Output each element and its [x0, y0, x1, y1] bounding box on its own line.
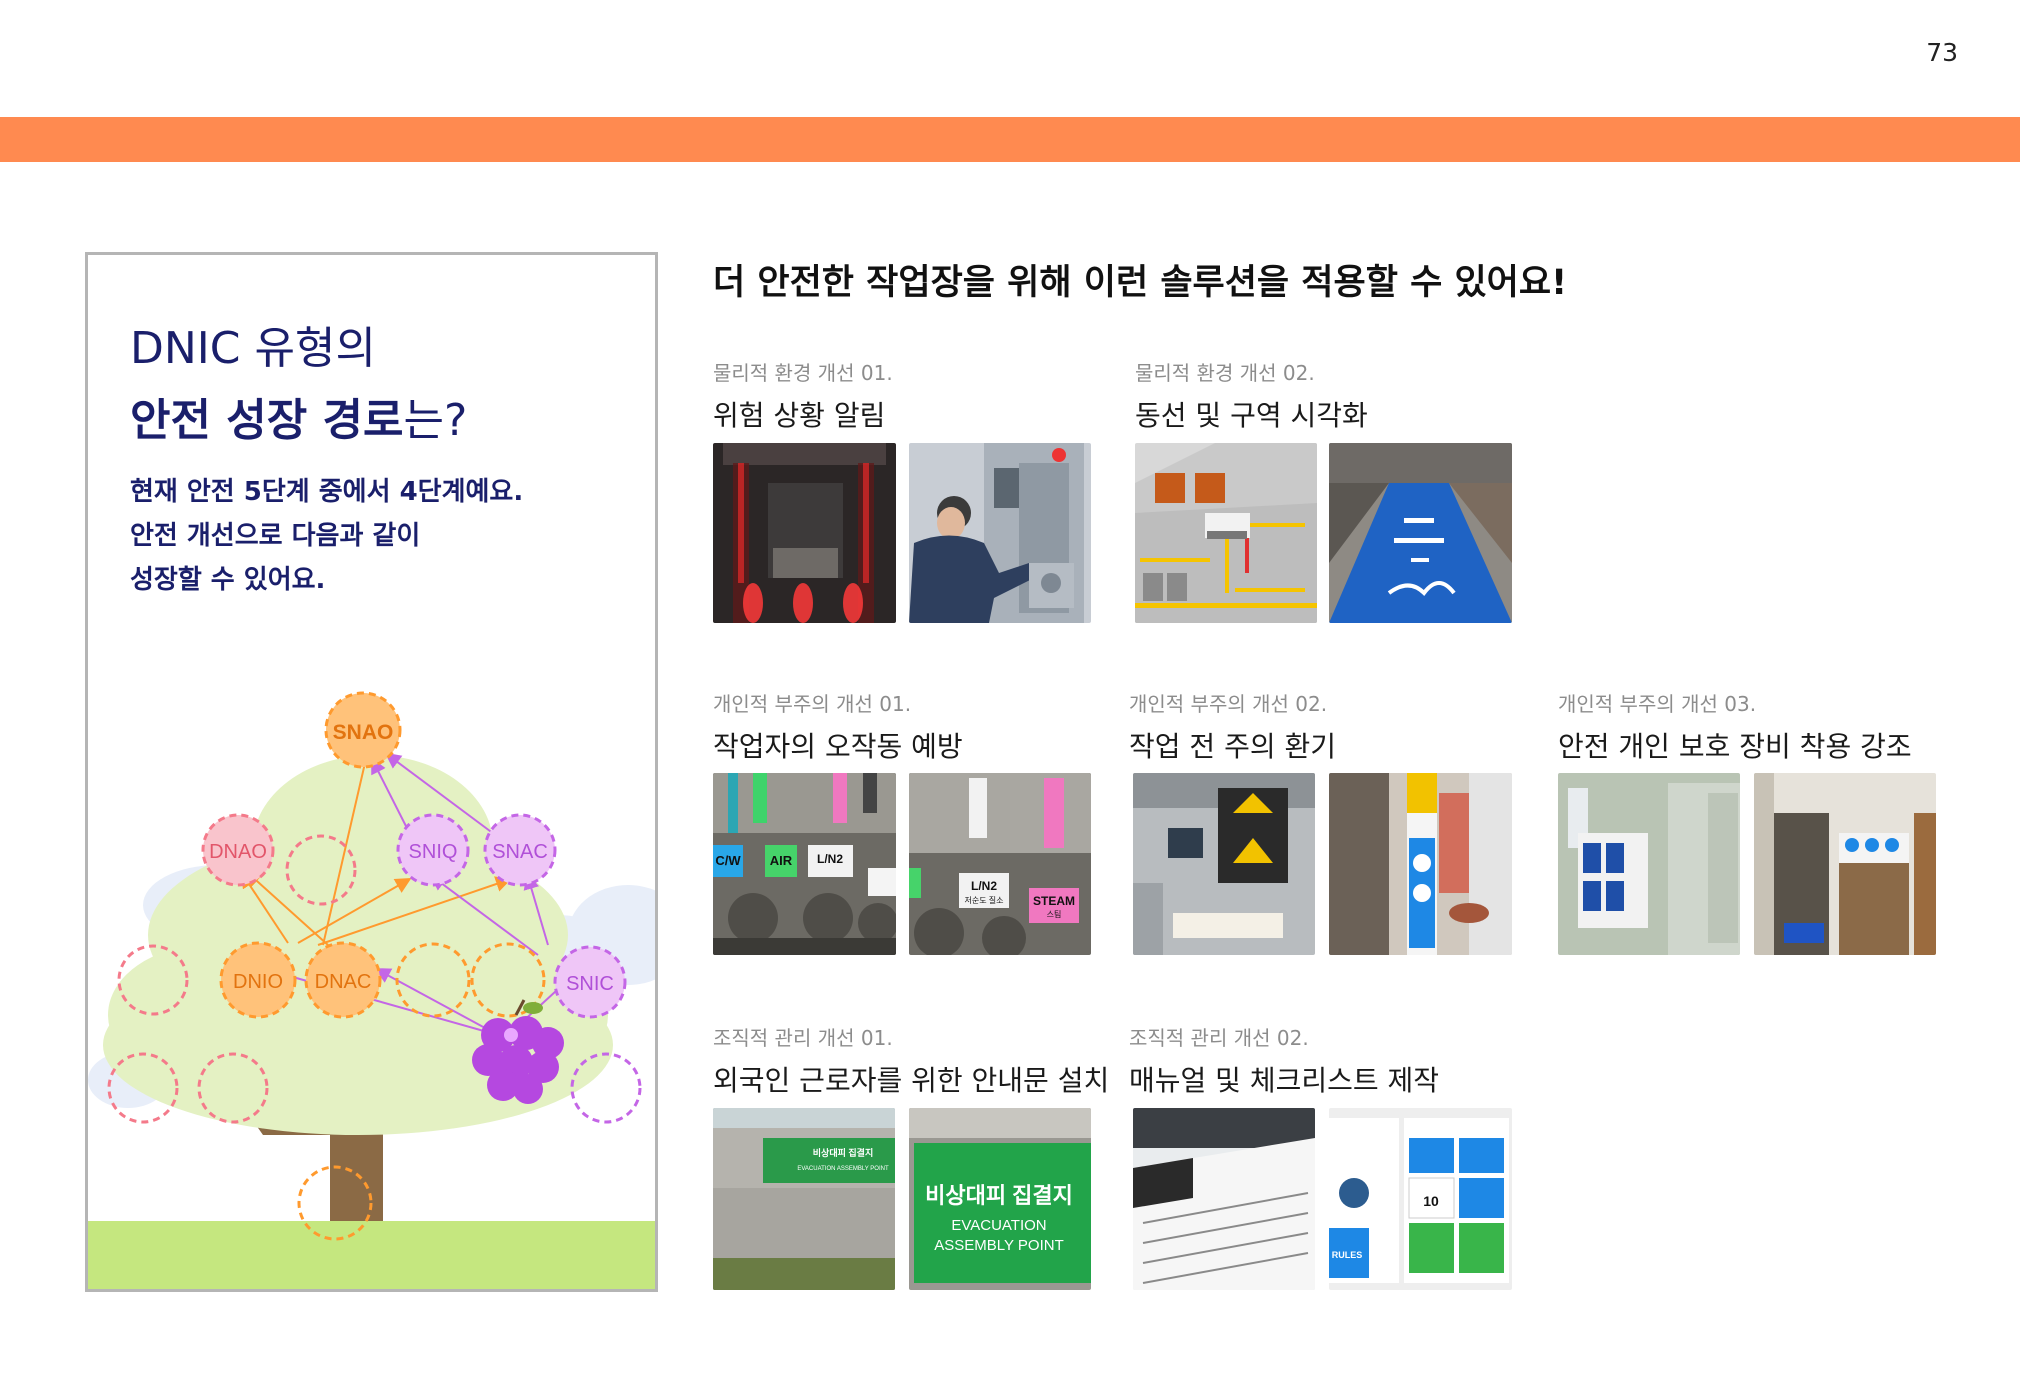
valve-label-air: AIR	[770, 853, 793, 868]
valve-label-ln2: L/N2	[817, 852, 843, 866]
solution-card-7: 조직적 관리 개선 02. 매뉴얼 및 체크리스트 제작	[1129, 1022, 1439, 1099]
page-number: 73	[1926, 38, 1958, 67]
solution-card-2: 물리적 환경 개선 02. 동선 및 구역 시각화	[1135, 357, 1368, 434]
svg-text:SNIC: SNIC	[566, 973, 614, 995]
photo-blue-walkway	[1329, 443, 1512, 623]
node-snic: SNIC	[553, 945, 627, 1019]
photo-caution-sign-machine	[1133, 773, 1315, 955]
solution-title: 작업자의 오작동 예방	[713, 730, 963, 763]
manual-ten-text: 10	[1423, 1193, 1439, 1209]
solution-card-4: 개인적 부주의 개선 02. 작업 전 주의 환기	[1129, 688, 1336, 765]
solution-card-5: 개인적 부주의 개선 03. 안전 개인 보호 장비 착용 강조	[1558, 688, 1912, 765]
svg-text:SNAC: SNAC	[492, 841, 548, 863]
svg-text:DNIO: DNIO	[233, 971, 283, 993]
solution-category: 개인적 부주의 개선 02.	[1129, 692, 1328, 716]
solution-card-3: 개인적 부주의 개선 01. 작업자의 오작동 예방	[713, 688, 963, 765]
svg-text:SNIQ: SNIQ	[409, 841, 458, 863]
sign2-en2: ASSEMBLY POINT	[934, 1237, 1064, 1254]
valve-label-steam: STEAM	[1033, 894, 1075, 908]
sign1-kr: 비상대피 집결지	[813, 1147, 873, 1158]
solution-title: 매뉴얼 및 체크리스트 제작	[1129, 1064, 1440, 1097]
valve-label-ln2-sub: 저순도 질소	[964, 896, 1003, 905]
photo-zone-render-3d	[1135, 443, 1317, 623]
panel-title-line2: 안전 성장 경로는?	[130, 385, 467, 457]
solution-category: 조직적 관리 개선 01.	[713, 1026, 893, 1050]
valve-label-ln2: L/N2	[971, 879, 997, 893]
sign1-en: EVACUATION ASSEMBLY POINT	[797, 1166, 889, 1172]
node-dnio: DNIO	[219, 941, 297, 1019]
solution-title: 안전 개인 보호 장비 착용 강조	[1558, 730, 1912, 763]
solution-category: 물리적 환경 개선 02.	[1135, 361, 1315, 385]
solution-category: 개인적 부주의 개선 01.	[713, 692, 912, 716]
panel-desc-line2: 안전 개선으로 다음과 같이	[130, 521, 421, 551]
solution-category: 조직적 관리 개선 02.	[1129, 1026, 1309, 1050]
node-snao: SNAO	[324, 691, 402, 769]
manual-rules-text: RULES	[1332, 1250, 1363, 1260]
valve-label-cw: C/W	[715, 853, 741, 868]
growth-tree-illustration: SNAO DNAO SNIQ SNAC DNIO DNAC SNIC	[88, 691, 655, 1289]
panel-title: DNIC 유형의 안전 성장 경로는?	[130, 313, 467, 457]
photo-assembly-sign-wall: 비상대피 집결지 EVACUATION ASSEMBLY POINT	[713, 1108, 895, 1290]
photo-caution-signpost	[1329, 773, 1512, 955]
sign2-en1: EVACUATION	[951, 1217, 1046, 1234]
photo-worker-at-panel	[909, 443, 1091, 623]
panel-title-rest: 는?	[403, 395, 468, 446]
photo-danger-lights-floor	[713, 443, 896, 623]
photo-assembly-sign-close: 비상대피 집결지 EVACUATION ASSEMBLY POINT	[909, 1108, 1091, 1290]
node-dnac: DNAC	[304, 941, 382, 1019]
grass	[88, 1221, 655, 1289]
panel-desc-line1: 현재 안전 5단계 중에서 4단계예요.	[130, 477, 524, 507]
solution-title: 외국인 근로자를 위한 안내문 설치	[713, 1064, 1110, 1097]
solution-card-6: 조직적 관리 개선 01. 외국인 근로자를 위한 안내문 설치	[713, 1022, 1109, 1099]
solutions-heading: 더 안전한 작업장을 위해 이런 솔루션을 적용할 수 있어요!	[713, 263, 1568, 303]
solution-category: 개인적 부주의 개선 03.	[1558, 692, 1757, 716]
solution-category: 물리적 환경 개선 01.	[713, 361, 893, 385]
photo-checklist-document	[1133, 1108, 1315, 1290]
header-orange-band	[0, 117, 2020, 162]
photo-labeled-valves-1: C/W AIR L/N2	[713, 773, 896, 955]
valve-label-steam-sub: 스팀	[1047, 909, 1062, 919]
node-snac: SNAC	[483, 813, 557, 887]
svg-text:DNAO: DNAO	[209, 841, 267, 863]
node-dnao: DNAO	[201, 813, 275, 887]
panel-desc-line3: 성장할 수 있어요.	[130, 565, 326, 595]
solution-title: 작업 전 주의 환기	[1129, 730, 1337, 763]
photo-ppe-lockers	[1558, 773, 1740, 955]
solution-title: 위험 상황 알림	[713, 399, 886, 432]
svg-text:DNAC: DNAC	[315, 971, 372, 993]
photo-ppe-room	[1754, 773, 1936, 955]
sign2-kr: 비상대피 집결지	[925, 1183, 1073, 1208]
photo-labeled-valves-2: L/N2 저순도 질소 STEAM 스팀	[909, 773, 1091, 955]
panel-title-bold: 안전 성장 경로	[130, 395, 404, 446]
node-sniq: SNIQ	[396, 813, 470, 887]
panel-title-line1: DNIC 유형의	[130, 323, 376, 374]
panel-description: 현재 안전 5단계 중에서 4단계예요. 안전 개선으로 다음과 같이 성장할 …	[130, 470, 523, 602]
solution-title: 동선 및 구역 시각화	[1135, 399, 1368, 432]
svg-text:SNAO: SNAO	[333, 721, 394, 744]
solution-card-1: 물리적 환경 개선 01. 위험 상황 알림	[713, 357, 893, 434]
photo-safety-manual-booklet: RULES 10	[1329, 1108, 1512, 1290]
growth-path-panel: DNIC 유형의 안전 성장 경로는? 현재 안전 5단계 중에서 4단계예요.…	[85, 252, 658, 1292]
